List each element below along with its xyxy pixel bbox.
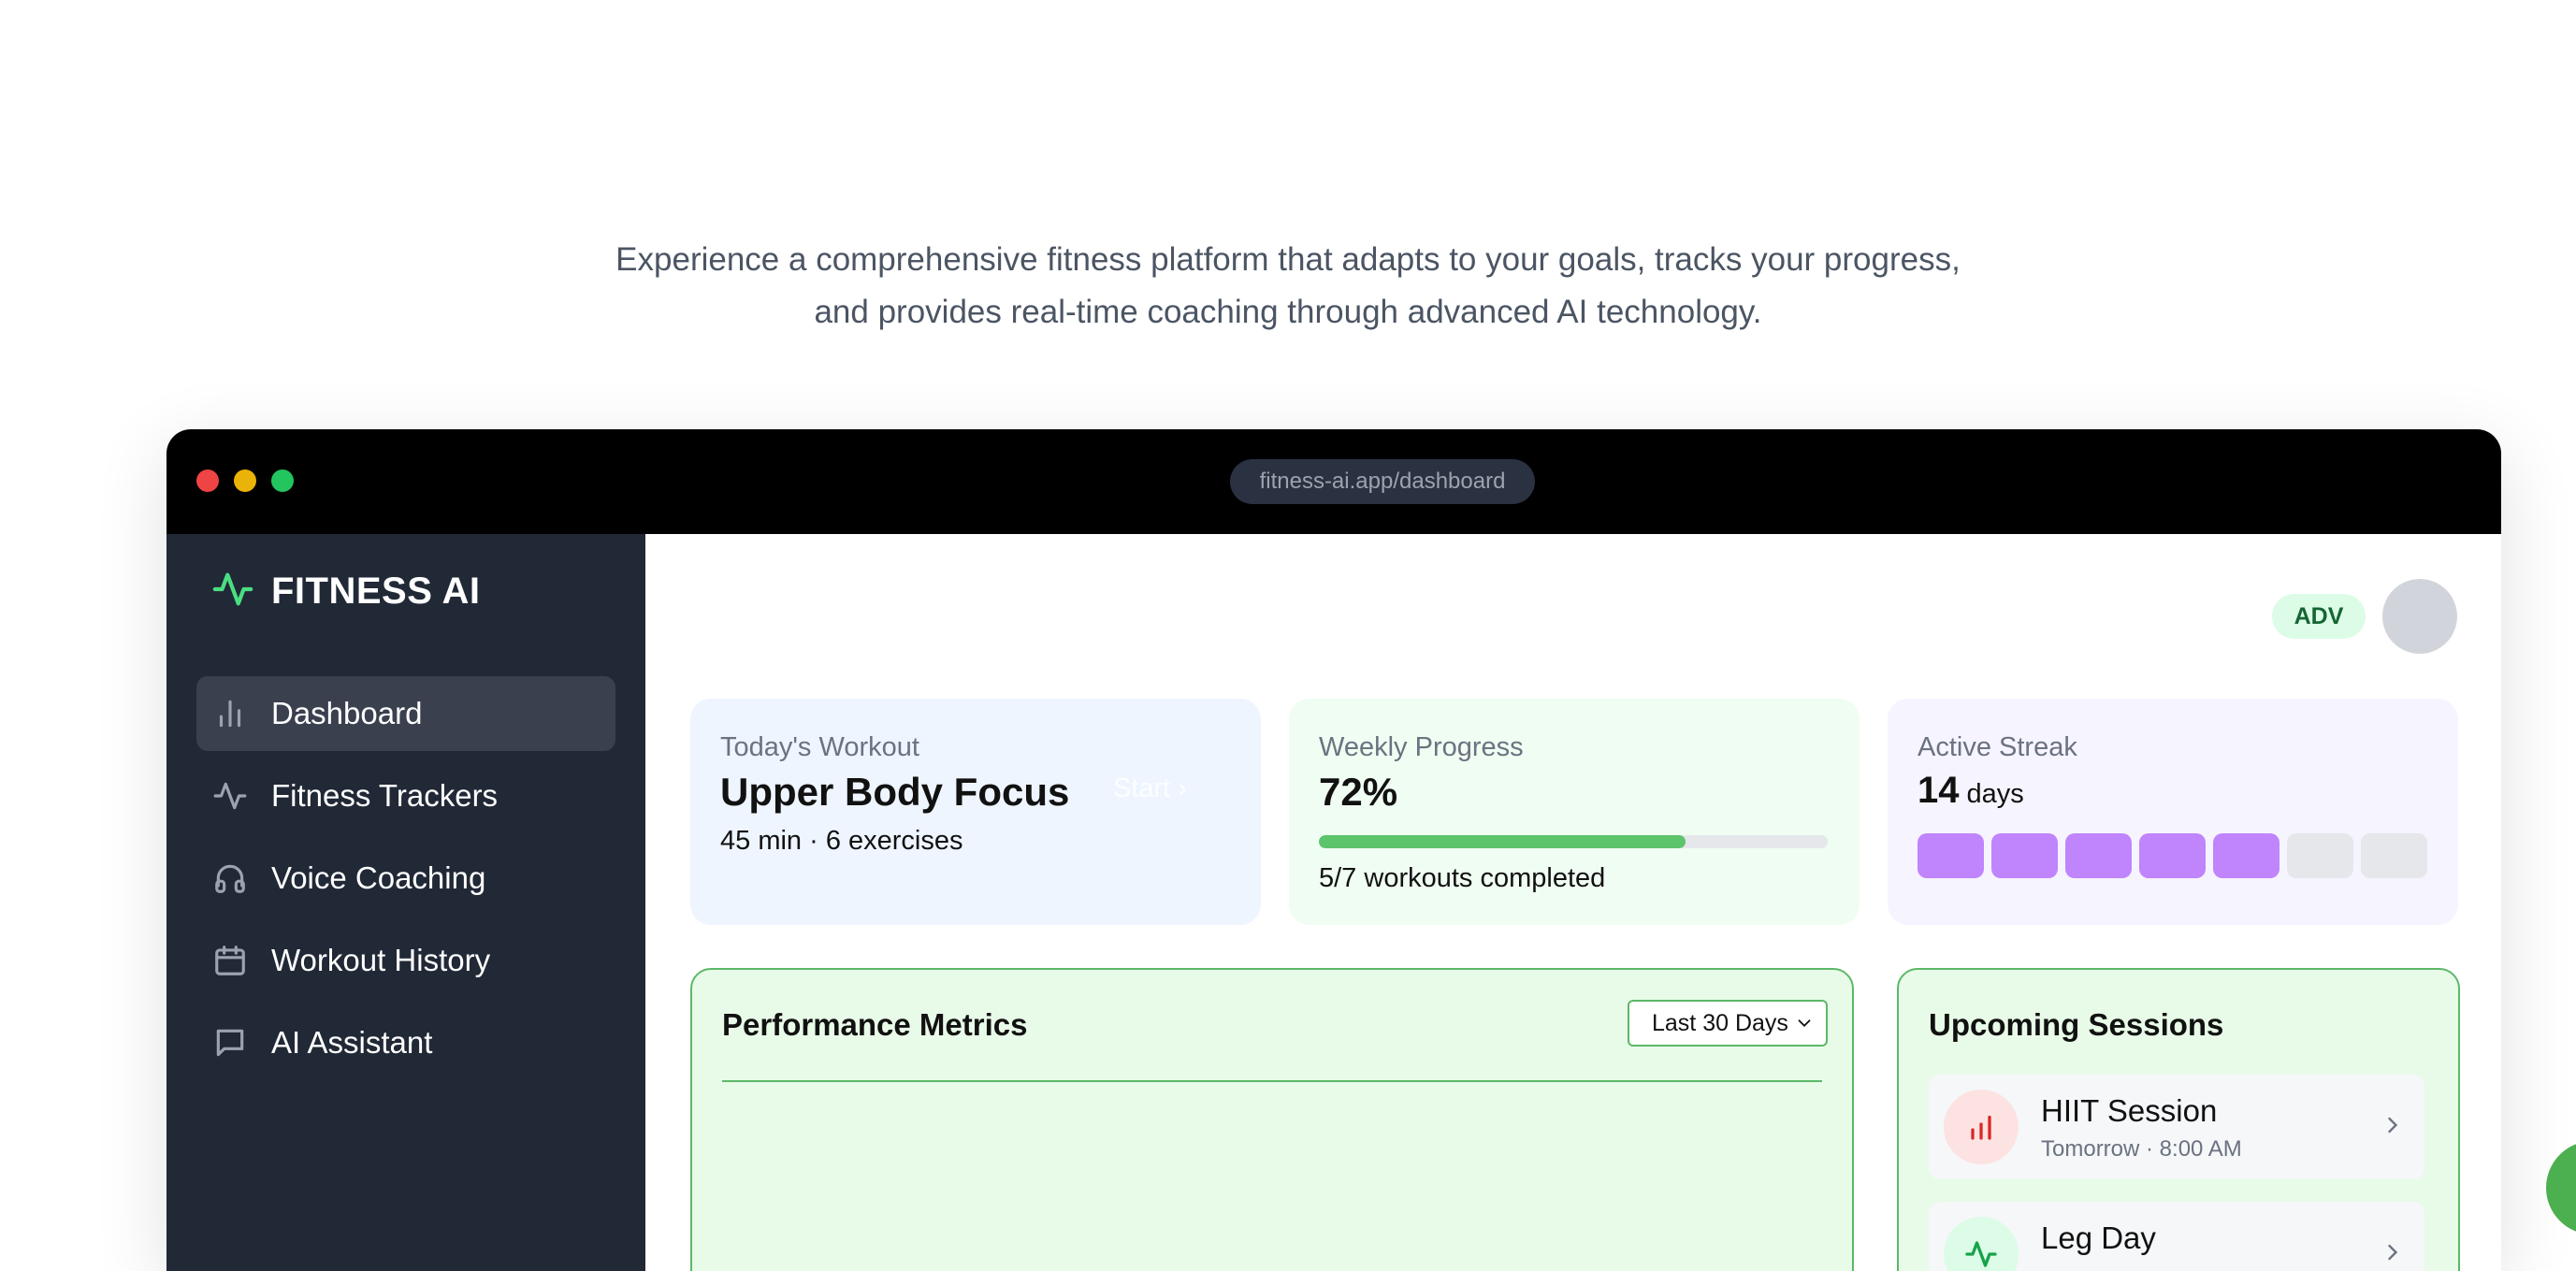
card-label: Active Streak — [1918, 732, 2077, 762]
level-badge: ADV — [2272, 594, 2366, 639]
session-time: Tomorrow · 8:00 AM — [2041, 1136, 2242, 1162]
session-name: HIIT Session — [2041, 1093, 2218, 1128]
streak-day — [2065, 833, 2132, 878]
tagline-line-1: Experience a comprehensive fitness platf… — [615, 241, 1961, 278]
streak-day — [2213, 833, 2279, 878]
sidebar-item-ai-assistant[interactable]: AI Assistant — [196, 1005, 615, 1080]
sidebar: FITNESS AI Dashboard Fitness Trackers Vo… — [166, 534, 645, 1271]
streak-number: 14 — [1918, 770, 1960, 811]
sidebar-item-voice-coaching[interactable]: Voice Coaching — [196, 841, 615, 916]
date-range-select[interactable]: Last 30 Days — [1628, 1000, 1828, 1047]
panel-title: Performance Metrics — [722, 1007, 1028, 1042]
sidebar-item-label: Dashboard — [271, 696, 423, 730]
streak-day — [2139, 833, 2206, 878]
todays-workout-card[interactable]: Today's Workout Upper Body Focus Start ›… — [690, 699, 1261, 925]
workout-title: Upper Body Focus — [720, 770, 1070, 814]
calendar-icon — [211, 942, 249, 979]
sidebar-item-workout-history[interactable]: Workout History — [196, 923, 615, 998]
panel-title: Upcoming Sessions — [1929, 1007, 2224, 1042]
hero-tagline: Experience a comprehensive fitness platf… — [0, 234, 2576, 339]
progress-detail: 5/7 workouts completed — [1319, 863, 1606, 893]
chevron-right-icon: › — [1178, 773, 1187, 803]
message-icon — [211, 1024, 249, 1062]
card-label: Weekly Progress — [1319, 732, 1524, 762]
sidebar-item-label: Workout History — [271, 943, 491, 977]
bar-chart-icon — [211, 695, 249, 732]
streak-day — [2361, 833, 2427, 878]
sidebar-item-label: Fitness Trackers — [271, 778, 499, 813]
main-content: ADV Today's Workout Upper Body Focus Sta… — [645, 534, 2501, 1271]
start-workout-button[interactable]: Start › — [1113, 773, 1187, 804]
chevron-down-icon — [1798, 1019, 1811, 1028]
sidebar-item-fitness-trackers[interactable]: Fitness Trackers — [196, 758, 615, 833]
close-window-button[interactable] — [196, 469, 219, 492]
performance-metrics-panel: Performance Metrics Last 30 Days — [690, 968, 1854, 1271]
upcoming-sessions-panel: Upcoming Sessions HIIT Session Tomorrow … — [1897, 968, 2460, 1271]
sidebar-item-dashboard[interactable]: Dashboard — [196, 676, 615, 751]
weekly-progress-card: Weekly Progress 72% 5/7 workouts complet… — [1289, 699, 1860, 925]
workout-detail: 45 min · 6 exercises — [720, 826, 963, 856]
brand-name: FITNESS AI — [271, 570, 481, 612]
progress-bar — [1319, 835, 1828, 848]
date-range-value: Last 30 Days — [1652, 1010, 1788, 1036]
bar-chart-icon — [1944, 1090, 2019, 1164]
session-item[interactable]: Leg Day — [1929, 1202, 2424, 1271]
tagline-line-2: and provides real-time coaching through … — [814, 294, 1762, 330]
chevron-right-icon — [2388, 1244, 2398, 1261]
progress-bar-fill — [1319, 835, 1686, 848]
chevron-right-icon — [2388, 1117, 2398, 1134]
window-titlebar: fitness-ai.app/dashboard — [166, 429, 2501, 534]
streak-day — [1991, 833, 2058, 878]
chat-fab-button[interactable] — [2546, 1141, 2576, 1235]
sidebar-item-label: AI Assistant — [271, 1025, 433, 1060]
streak-day — [2287, 833, 2353, 878]
session-name: Leg Day — [2041, 1220, 2156, 1255]
streak-count: 14 days — [1918, 770, 2024, 812]
minimize-window-button[interactable] — [234, 469, 256, 492]
panel-divider — [722, 1080, 1822, 1082]
active-streak-card: Active Streak 14 days — [1888, 699, 2458, 925]
activity-icon — [1944, 1217, 2019, 1271]
avatar[interactable] — [2382, 579, 2457, 654]
sidebar-nav: Dashboard Fitness Trackers Voice Coachin… — [196, 676, 615, 1088]
streak-unit: days — [1966, 779, 2024, 809]
sidebar-item-label: Voice Coaching — [271, 860, 486, 895]
activity-icon — [211, 568, 254, 615]
streak-day — [1918, 833, 1984, 878]
url-bar[interactable]: fitness-ai.app/dashboard — [1230, 459, 1535, 504]
maximize-window-button[interactable] — [271, 469, 294, 492]
progress-value: 72% — [1319, 770, 1398, 814]
app-window: fitness-ai.app/dashboard FITNESS AI Dash… — [166, 429, 2501, 1271]
brand-logo[interactable]: FITNESS AI — [211, 568, 481, 614]
start-label: Start — [1113, 773, 1171, 803]
activity-icon — [211, 777, 249, 815]
card-label: Today's Workout — [720, 732, 919, 762]
streak-days — [1918, 833, 2435, 878]
session-item[interactable]: HIIT Session Tomorrow · 8:00 AM — [1929, 1075, 2424, 1179]
headphones-icon — [211, 859, 249, 897]
